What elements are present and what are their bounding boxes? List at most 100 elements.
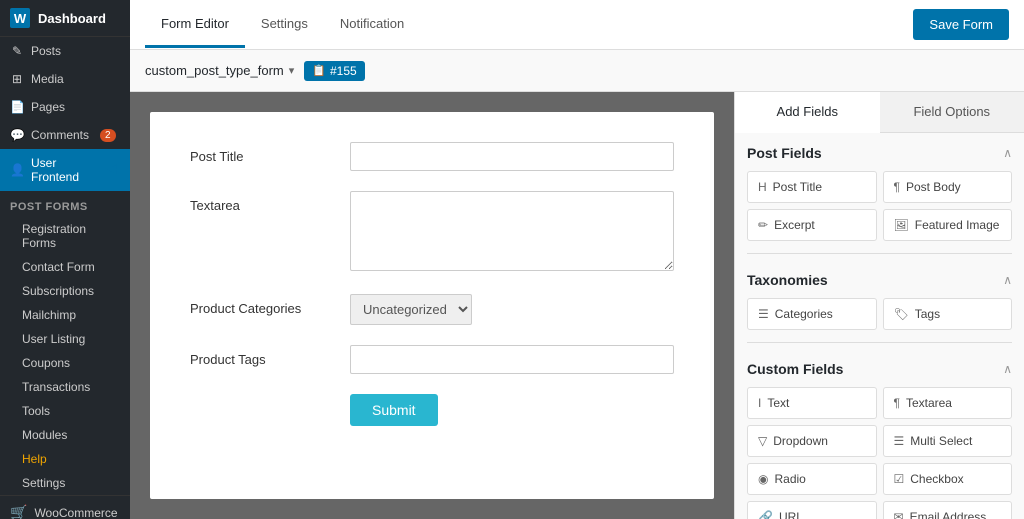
taxonomies-section: Taxonomies ∧ ☰ Categories 🏷 Tags (735, 272, 1024, 361)
post-fields-grid: H Post Title ¶ Post Body ✏ Excerpt 🖼 Fea… (747, 171, 1012, 241)
textarea-input-wrapper (350, 191, 674, 274)
excerpt-btn-icon: ✏ (758, 218, 768, 232)
post-title-btn-icon: H (758, 180, 767, 194)
post-title-input[interactable] (350, 142, 674, 171)
field-btn-categories[interactable]: ☰ Categories (747, 298, 877, 330)
posts-label: Posts (31, 44, 61, 58)
form-id-badge: 📋 #155 (304, 61, 364, 81)
field-btn-post-body[interactable]: ¶ Post Body (883, 171, 1013, 203)
field-btn-radio[interactable]: ◉ Radio (747, 463, 877, 495)
sidebar: W Dashboard ✎ Posts ⊞ Media 📄 Pages 💬 Co… (0, 0, 130, 519)
posts-icon: ✎ (10, 44, 24, 58)
custom-fields-section: Custom Fields ∧ I Text ¶ Textarea ▽ Drop… (735, 361, 1024, 519)
post-fields-title: Post Fields (747, 145, 822, 161)
tab-notification[interactable]: Notification (324, 2, 420, 48)
field-btn-text[interactable]: I Text (747, 387, 877, 419)
textarea-label: Textarea (190, 191, 350, 213)
product-tags-label: Product Tags (190, 345, 350, 367)
taxonomies-grid: ☰ Categories 🏷 Tags (747, 298, 1012, 330)
field-btn-featured-image[interactable]: 🖼 Featured Image (883, 209, 1013, 241)
sidebar-subitem-mailchimp[interactable]: Mailchimp (0, 303, 130, 327)
field-btn-textarea[interactable]: ¶ Textarea (883, 387, 1013, 419)
topbar: Form Editor Settings Notification Save F… (130, 0, 1024, 50)
post-fields-divider (747, 253, 1012, 254)
taxonomies-divider (747, 342, 1012, 343)
text-btn-icon: I (758, 396, 761, 410)
woocommerce-section[interactable]: 🛒 WooCommerce (0, 495, 130, 519)
submit-row: Submit (190, 394, 674, 426)
url-btn-icon: 🔗 (758, 510, 773, 519)
custom-fields-header: Custom Fields ∧ (747, 361, 1012, 377)
subbar: custom_post_type_form ▾ 📋 #155 (130, 50, 1024, 92)
form-name-dropdown-icon[interactable]: ▾ (289, 64, 295, 77)
textarea-btn-icon: ¶ (894, 396, 900, 410)
tab-form-editor[interactable]: Form Editor (145, 2, 245, 48)
sidebar-subitem-settings[interactable]: Settings (0, 471, 130, 495)
post-body-btn-icon: ¶ (894, 180, 900, 194)
sidebar-header: W Dashboard (0, 0, 130, 37)
user-frontend-icon: 👤 (10, 163, 24, 177)
post-forms-header: Post Forms (0, 191, 130, 217)
field-btn-url[interactable]: 🔗 URL (747, 501, 877, 519)
user-frontend-label: User Frontend (31, 156, 97, 184)
field-btn-checkbox[interactable]: ☑ Checkbox (883, 463, 1013, 495)
product-categories-label: Product Categories (190, 294, 350, 316)
panel-tab-field-options[interactable]: Field Options (880, 92, 1024, 132)
sidebar-subitem-contact-form[interactable]: Contact Form (0, 255, 130, 279)
comments-badge: 2 (100, 129, 116, 142)
arrow-icon: ◄ (104, 161, 120, 179)
product-categories-select[interactable]: Uncategorized (350, 294, 472, 325)
product-tags-input[interactable] (350, 345, 674, 374)
sidebar-item-pages[interactable]: 📄 Pages (0, 93, 130, 121)
sidebar-subitem-tools[interactable]: Tools (0, 399, 130, 423)
pages-icon: 📄 (10, 100, 24, 114)
main-area: Form Editor Settings Notification Save F… (130, 0, 1024, 519)
radio-btn-icon: ◉ (758, 472, 768, 486)
field-btn-multi-select[interactable]: ☰ Multi Select (883, 425, 1013, 457)
sidebar-item-comments[interactable]: 💬 Comments 2 (0, 121, 130, 149)
checkbox-btn-icon: ☑ (894, 472, 905, 486)
post-fields-toggle[interactable]: ∧ (1003, 146, 1012, 160)
sidebar-item-media[interactable]: ⊞ Media (0, 65, 130, 93)
field-btn-email-address[interactable]: ✉ Email Address (883, 501, 1013, 519)
custom-fields-title: Custom Fields (747, 361, 843, 377)
field-btn-dropdown[interactable]: ▽ Dropdown (747, 425, 877, 457)
field-btn-post-title[interactable]: H Post Title (747, 171, 877, 203)
taxonomies-header: Taxonomies ∧ (747, 272, 1012, 288)
field-btn-tags[interactable]: 🏷 Tags (883, 298, 1013, 330)
sidebar-subitem-transactions[interactable]: Transactions (0, 375, 130, 399)
taxonomies-toggle[interactable]: ∧ (1003, 273, 1012, 287)
post-fields-section: Post Fields ∧ H Post Title ¶ Post Body ✏… (735, 133, 1024, 272)
form-name-display: custom_post_type_form ▾ (145, 63, 294, 78)
sidebar-subitem-user-listing[interactable]: User Listing (0, 327, 130, 351)
post-title-label: Post Title (190, 142, 350, 164)
post-title-field: Post Title (190, 142, 674, 171)
sidebar-subitem-coupons[interactable]: Coupons (0, 351, 130, 375)
sidebar-subitem-subscriptions[interactable]: Subscriptions (0, 279, 130, 303)
sidebar-item-posts[interactable]: ✎ Posts (0, 37, 130, 65)
sidebar-item-user-frontend[interactable]: 👤 User Frontend ◄ (0, 149, 130, 191)
textarea-input[interactable] (350, 191, 674, 271)
dropdown-btn-icon: ▽ (758, 434, 767, 448)
submit-button[interactable]: Submit (350, 394, 438, 426)
main-tabs: Form Editor Settings Notification (145, 2, 420, 48)
form-id-text: #155 (330, 64, 357, 78)
form-inner: Post Title Textarea (150, 112, 714, 499)
featured-image-btn-icon: 🖼 (894, 218, 909, 232)
tab-settings[interactable]: Settings (245, 2, 324, 48)
pages-label: Pages (31, 100, 65, 114)
post-fields-header: Post Fields ∧ (747, 145, 1012, 161)
textarea-field: Textarea (190, 191, 674, 274)
field-btn-excerpt[interactable]: ✏ Excerpt (747, 209, 877, 241)
media-label: Media (31, 72, 64, 86)
panel-tab-add-fields[interactable]: Add Fields (735, 92, 880, 133)
sidebar-subitem-registration-forms[interactable]: Registration Forms (0, 217, 130, 255)
save-form-button[interactable]: Save Form (913, 9, 1009, 40)
post-title-input-wrapper (350, 142, 674, 171)
sidebar-subitem-help[interactable]: Help (0, 447, 130, 471)
dashboard-label: Dashboard (38, 11, 106, 26)
product-categories-input-wrapper: Uncategorized (350, 294, 674, 325)
custom-fields-toggle[interactable]: ∧ (1003, 362, 1012, 376)
comments-icon: 💬 (10, 128, 24, 142)
sidebar-subitem-modules[interactable]: Modules (0, 423, 130, 447)
